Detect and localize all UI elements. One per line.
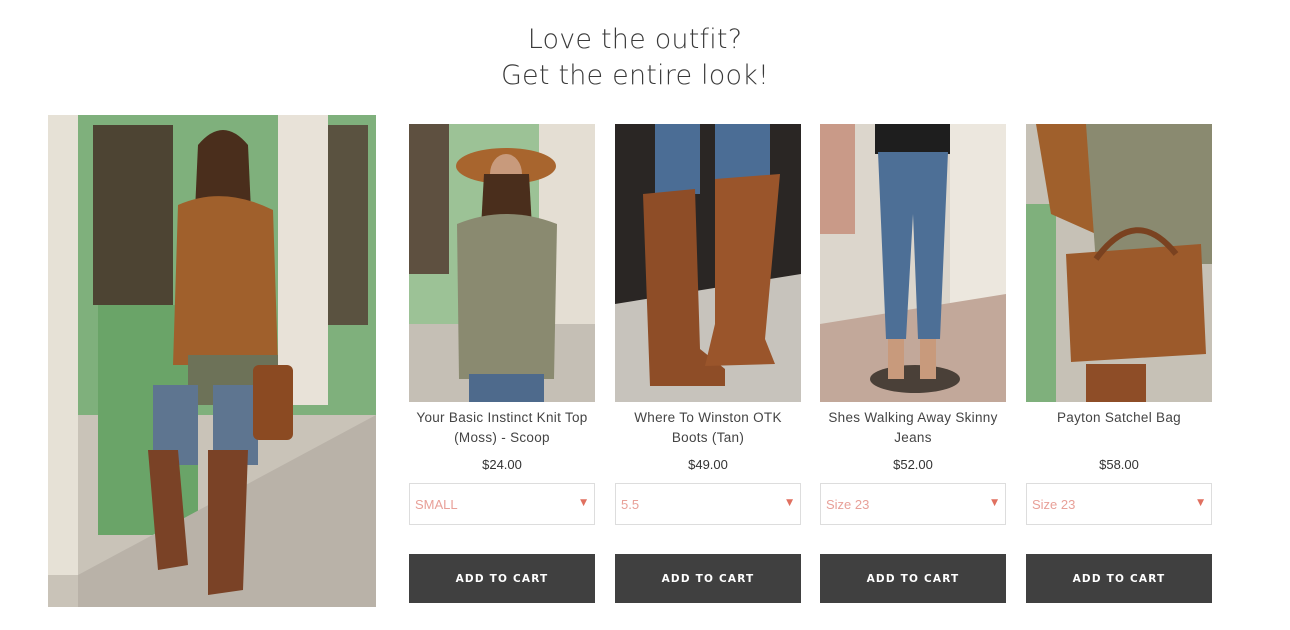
section-heading: Love the outfit? Get the entire look! bbox=[0, 22, 1270, 94]
size-select-value: SMALL bbox=[415, 497, 458, 512]
size-select[interactable]: 5.5 ▼ bbox=[615, 483, 801, 525]
heading-line-2: Get the entire look! bbox=[500, 60, 770, 91]
size-select[interactable]: SMALL ▼ bbox=[409, 483, 595, 525]
size-select[interactable]: Size 23 ▼ bbox=[820, 483, 1006, 525]
boots-photo[interactable] bbox=[615, 124, 801, 402]
add-to-cart-button[interactable]: ADD TO CART bbox=[820, 554, 1006, 603]
product-price: $49.00 bbox=[688, 457, 728, 472]
size-select-value: 5.5 bbox=[621, 497, 640, 512]
product-name[interactable]: Shes Walking Away Skinny Jeans bbox=[820, 408, 1006, 450]
satchel-bag-photo[interactable] bbox=[1026, 124, 1212, 402]
product-name[interactable]: Payton Satchel Bag bbox=[1026, 408, 1212, 450]
product-card: Your Basic Instinct Knit Top (Moss) - Sc… bbox=[409, 124, 595, 603]
product-price: $52.00 bbox=[893, 457, 933, 472]
product-name[interactable]: Where To Winston OTK Boots (Tan) bbox=[615, 408, 801, 450]
product-price: $58.00 bbox=[1099, 457, 1139, 472]
chevron-down-icon: ▼ bbox=[991, 498, 998, 508]
heading-line-1: Love the outfit? bbox=[527, 24, 743, 55]
product-card: Where To Winston OTK Boots (Tan) $49.00 … bbox=[615, 124, 801, 603]
chevron-down-icon: ▼ bbox=[580, 498, 587, 508]
chevron-down-icon: ▼ bbox=[786, 498, 793, 508]
product-card: Payton Satchel Bag $58.00 Size 23 ▼ ADD … bbox=[1026, 124, 1212, 603]
size-select-value: Size 23 bbox=[1032, 497, 1076, 512]
product-name[interactable]: Your Basic Instinct Knit Top (Moss) - Sc… bbox=[409, 408, 595, 450]
size-select[interactable]: Size 23 ▼ bbox=[1026, 483, 1212, 525]
add-to-cart-button[interactable]: ADD TO CART bbox=[615, 554, 801, 603]
add-to-cart-button[interactable]: ADD TO CART bbox=[1026, 554, 1212, 603]
outfit-photo bbox=[48, 115, 376, 607]
product-card: Shes Walking Away Skinny Jeans $52.00 Si… bbox=[820, 124, 1006, 603]
product-price: $24.00 bbox=[482, 457, 522, 472]
jeans-photo[interactable] bbox=[820, 124, 1006, 402]
size-select-value: Size 23 bbox=[826, 497, 870, 512]
chevron-down-icon: ▼ bbox=[1197, 498, 1204, 508]
knit-top-photo[interactable] bbox=[409, 124, 595, 402]
add-to-cart-button[interactable]: ADD TO CART bbox=[409, 554, 595, 603]
